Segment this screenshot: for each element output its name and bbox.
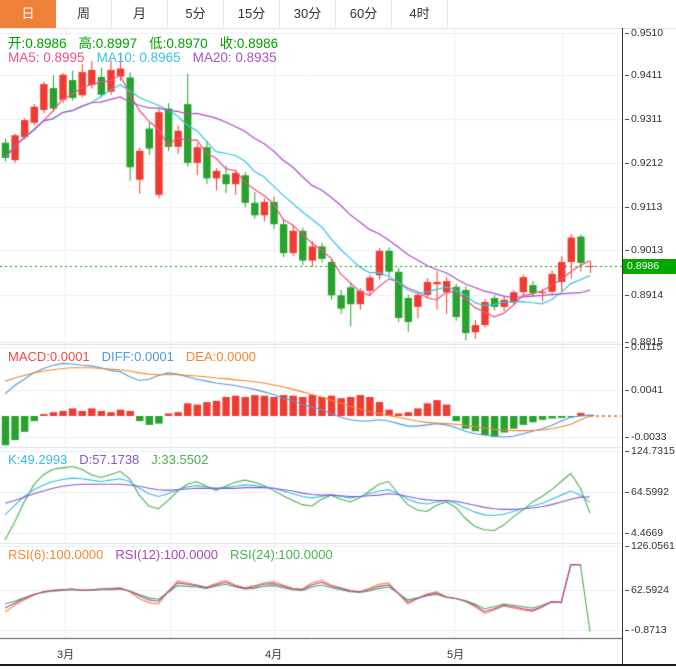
macd-dea-value: DEA:0.0000 [186,349,256,364]
rsi-rsi6-value: RSI(6):100.0000 [8,547,103,562]
tab-period-5[interactable]: 30分 [280,0,336,28]
macd-tick-0: 0.0115 [625,341,662,353]
ohlc-legend: 开:0.8986 高:0.8997 低:0.8970 收:0.8986 [8,32,290,52]
price-tick-0: 0.9510 [625,27,663,39]
month-tick-0: 3月 [57,646,74,662]
price-tick-1: 0.9411 [625,69,662,81]
price-tick-3: 0.9212 [625,157,663,169]
tab-period-4[interactable]: 15分 [224,0,280,28]
period-tabbar: 日周月5分15分30分60分4时 [0,0,676,29]
kdj-tick-1: 64.5992 [625,486,669,498]
ma-ma10-value: MA10: 0.8965 [97,50,181,65]
rsi-rsi24-value: RSI(24):100.0000 [230,547,333,562]
kdj-j-value: J:33.5502 [151,452,208,467]
kdj-tick-2: 4.4669 [625,527,663,539]
price-tick-5: 0.9013 [625,244,663,256]
rsi-tick-2: -0.8713 [625,624,667,636]
ohlc-high-value: 高:0.8997 [79,36,138,51]
price-tick-4: 0.9113 [625,201,662,213]
rsi-legend: RSI(6):100.0000 RSI(12):100.0000 RSI(24):1… [8,547,345,562]
ma-legend: MA5: 0.8995 MA10: 0.8965 MA20: 0.8935 [8,50,289,65]
macd-legend: MACD:0.0001 DIFF:0.0001 DEA:0.0000 [8,349,268,364]
ohlc-low-value: 低:0.8970 [149,36,208,51]
kdj-tick-0: 124.7315 [625,445,675,457]
macd-tick-2: -0.0033 [625,431,667,443]
month-tick-2: 5月 [447,646,464,662]
price-axis-line [622,28,623,665]
month-tick-1: 4月 [265,646,282,662]
tab-period-2[interactable]: 月 [112,0,168,28]
tab-period-6[interactable]: 60分 [336,0,392,28]
tab-period-0[interactable]: 日 [0,0,56,28]
rsi-tick-0: 126.0561 [625,540,675,552]
price-tick-6: 0.8914 [625,289,663,301]
ohlc-close-value: 收:0.8986 [220,36,279,51]
kdj-legend: K:49.2993 D:57.1738 J:33.5502 [8,452,220,467]
kdj-k-value: K:49.2993 [8,452,67,467]
last-price-badge: 0.8986 [623,259,676,274]
macd-macd-value: MACD:0.0001 [8,349,90,364]
ohlc-open-value: 开:0.8986 [8,36,67,51]
kline-chart-app: 日周月5分15分30分60分4时 开:0.8986 高:0.8997 低:0.897… [0,0,676,669]
kdj-d-value: D:57.1738 [79,452,139,467]
rsi-tick-1: 62.5924 [625,584,669,596]
macd-diff-value: DIFF:0.0001 [102,349,174,364]
ma-ma5-value: MA5: 0.8995 [8,50,85,65]
tab-period-7[interactable]: 4时 [392,0,448,28]
tab-period-1[interactable]: 周 [56,0,112,28]
tab-period-3[interactable]: 5分 [168,0,224,28]
ma-ma20-value: MA20: 0.8935 [193,50,277,65]
rsi-rsi12-value: RSI(12):100.0000 [115,547,218,562]
price-tick-2: 0.9311 [625,113,662,125]
bottom-border [0,664,676,666]
macd-tick-1: 0.0041 [625,384,663,396]
